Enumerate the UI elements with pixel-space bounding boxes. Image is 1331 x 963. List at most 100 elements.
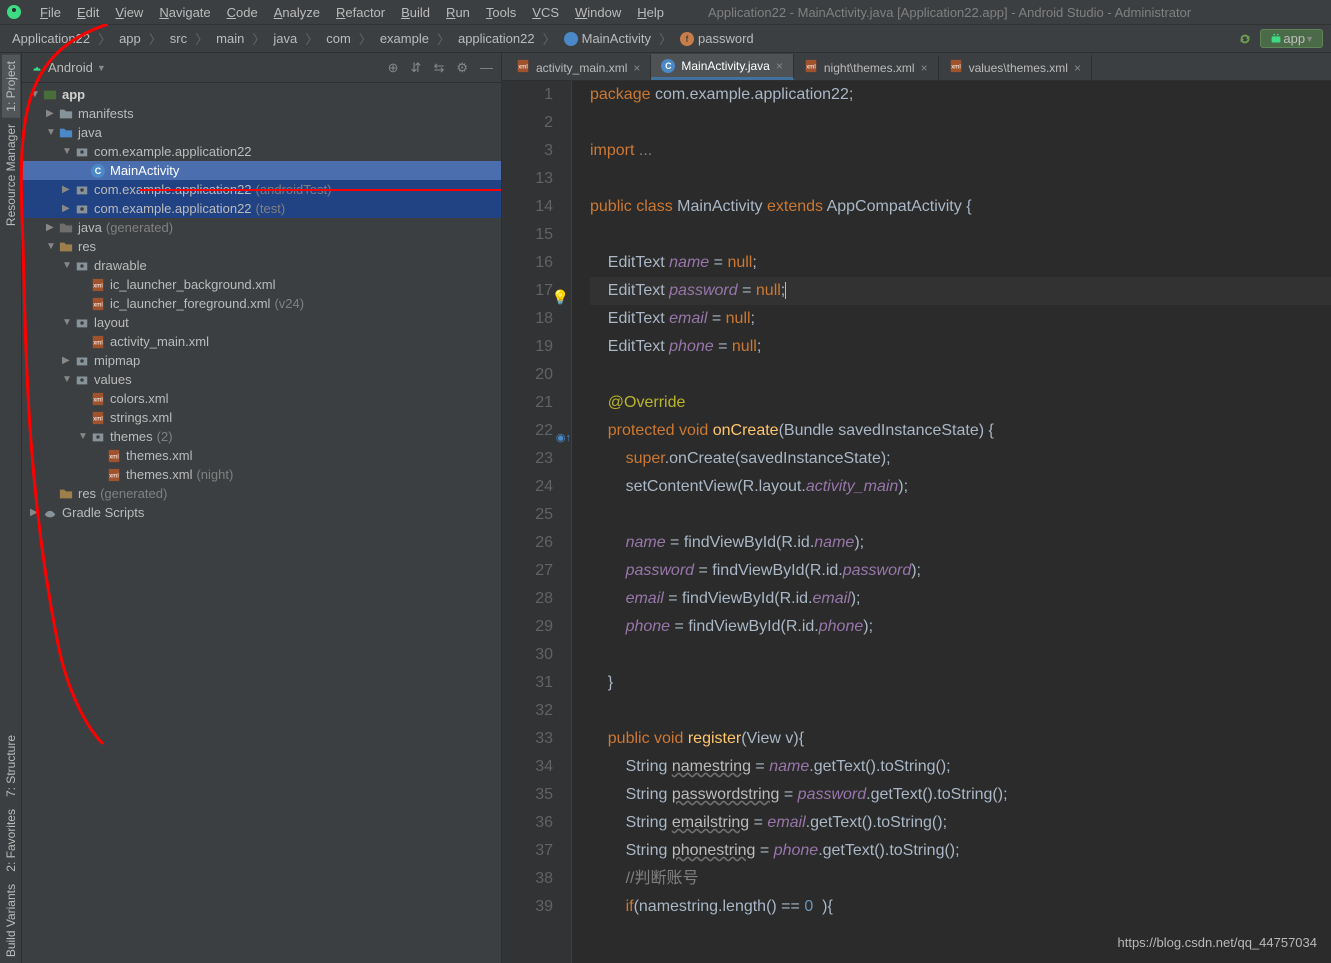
line-number[interactable]: 1 bbox=[502, 81, 553, 109]
code-line[interactable]: } bbox=[590, 669, 1331, 697]
code-line[interactable]: protected void onCreate(Bundle savedInst… bbox=[590, 417, 1331, 445]
project-tree[interactable]: ▼app▶manifests▼java▼com.example.applicat… bbox=[22, 83, 501, 963]
collapse-all-icon[interactable]: ⇵ bbox=[411, 60, 422, 76]
tree-item[interactable]: res(generated) bbox=[22, 484, 501, 503]
code-line[interactable]: import ... bbox=[590, 137, 1331, 165]
code-line[interactable]: super.onCreate(savedInstanceState); bbox=[590, 445, 1331, 473]
tree-arrow-icon[interactable]: ▼ bbox=[62, 146, 74, 157]
tool-tab-build-variants[interactable]: Build Variants bbox=[2, 878, 20, 963]
tree-item[interactable]: ▶manifests bbox=[22, 104, 501, 123]
line-number[interactable]: 24 bbox=[502, 473, 553, 501]
tool-tab-1-project[interactable]: 1: Project bbox=[2, 55, 20, 118]
breadcrumb[interactable]: application22 bbox=[454, 31, 539, 46]
line-number[interactable]: 14 bbox=[502, 193, 553, 221]
code-line[interactable]: String passwordstring = password.getText… bbox=[590, 781, 1331, 809]
tree-arrow-icon[interactable]: ▶ bbox=[62, 355, 74, 366]
code-line[interactable]: EditText name = null; bbox=[590, 249, 1331, 277]
code-line[interactable] bbox=[590, 361, 1331, 389]
tree-item[interactable]: ▶com.example.application22(test) bbox=[22, 199, 501, 218]
breadcrumb[interactable]: example bbox=[376, 31, 433, 46]
override-gutter-icon[interactable]: ◉↑ bbox=[556, 424, 571, 452]
tree-item[interactable]: xmlic_launcher_foreground.xml(v24) bbox=[22, 294, 501, 313]
line-number[interactable]: 16 bbox=[502, 249, 553, 277]
close-icon[interactable]: × bbox=[921, 61, 928, 75]
breadcrumb[interactable]: fpassword bbox=[676, 31, 758, 46]
line-number[interactable]: 22 bbox=[502, 417, 553, 445]
tree-item[interactable]: ▶java(generated) bbox=[22, 218, 501, 237]
menu-code[interactable]: Code bbox=[219, 5, 266, 20]
breadcrumb[interactable]: java bbox=[269, 31, 301, 46]
line-number[interactable]: 25 bbox=[502, 501, 553, 529]
code-line[interactable]: EditText password = null; bbox=[590, 277, 1331, 305]
hide-icon[interactable]: — bbox=[480, 60, 493, 76]
tool-tab-7-structure[interactable]: 7: Structure bbox=[2, 729, 20, 803]
run-config-selector[interactable]: app ▼ bbox=[1260, 29, 1323, 48]
line-number[interactable]: 33 bbox=[502, 725, 553, 753]
menu-refactor[interactable]: Refactor bbox=[328, 5, 393, 20]
menu-run[interactable]: Run bbox=[438, 5, 478, 20]
tree-arrow-icon[interactable]: ▶ bbox=[46, 222, 58, 233]
line-number[interactable]: 36 bbox=[502, 809, 553, 837]
breadcrumb[interactable]: MainActivity bbox=[560, 31, 655, 46]
code-line[interactable] bbox=[590, 501, 1331, 529]
code-editor[interactable]: 12313141516💡1718192021◉↑2223242526272829… bbox=[502, 81, 1331, 963]
tree-item[interactable]: ▼app bbox=[22, 85, 501, 104]
code-line[interactable]: //判断账号 bbox=[590, 865, 1331, 893]
line-number[interactable]: 37 bbox=[502, 837, 553, 865]
menu-view[interactable]: View bbox=[107, 5, 151, 20]
line-number[interactable]: 13 bbox=[502, 165, 553, 193]
tree-item[interactable]: xmlcolors.xml bbox=[22, 389, 501, 408]
tree-arrow-icon[interactable]: ▼ bbox=[62, 260, 74, 271]
breadcrumb[interactable]: com bbox=[322, 31, 355, 46]
code-line[interactable]: email = findViewById(R.id.email); bbox=[590, 585, 1331, 613]
code-line[interactable] bbox=[590, 109, 1331, 137]
line-number[interactable]: 21 bbox=[502, 389, 553, 417]
tree-arrow-icon[interactable]: ▶ bbox=[62, 184, 74, 195]
line-number[interactable]: 29 bbox=[502, 613, 553, 641]
editor-tab[interactable]: CMainActivity.java× bbox=[651, 54, 794, 80]
intention-bulb-icon[interactable]: 💡 bbox=[552, 283, 569, 311]
tree-item[interactable]: ▼drawable bbox=[22, 256, 501, 275]
settings-icon[interactable]: ⚙ bbox=[456, 60, 468, 76]
code-line[interactable]: phone = findViewById(R.id.phone); bbox=[590, 613, 1331, 641]
code-line[interactable]: name = findViewById(R.id.name); bbox=[590, 529, 1331, 557]
tree-arrow-icon[interactable]: ▼ bbox=[30, 89, 42, 100]
tree-item[interactable]: ▼values bbox=[22, 370, 501, 389]
tree-arrow-icon[interactable]: ▼ bbox=[62, 374, 74, 385]
tree-item[interactable]: ▼com.example.application22 bbox=[22, 142, 501, 161]
line-number[interactable]: 26 bbox=[502, 529, 553, 557]
tree-arrow-icon[interactable]: ▶ bbox=[46, 108, 58, 119]
line-number[interactable]: 19 bbox=[502, 333, 553, 361]
code-line[interactable]: public void register(View v){ bbox=[590, 725, 1331, 753]
tree-item[interactable]: xmlactivity_main.xml bbox=[22, 332, 501, 351]
menu-file[interactable]: File bbox=[32, 5, 69, 20]
code-line[interactable]: String namestring = name.getText().toStr… bbox=[590, 753, 1331, 781]
menu-window[interactable]: Window bbox=[567, 5, 629, 20]
line-number[interactable]: 34 bbox=[502, 753, 553, 781]
menu-edit[interactable]: Edit bbox=[69, 5, 107, 20]
code-line[interactable]: public class MainActivity extends AppCom… bbox=[590, 193, 1331, 221]
editor-tab[interactable]: xmlactivity_main.xml× bbox=[506, 55, 651, 80]
line-number[interactable]: 28 bbox=[502, 585, 553, 613]
tree-item[interactable]: ▼layout bbox=[22, 313, 501, 332]
code-line[interactable] bbox=[590, 641, 1331, 669]
code-line[interactable]: package com.example.application22; bbox=[590, 81, 1331, 109]
code-line[interactable] bbox=[590, 165, 1331, 193]
code-line[interactable]: setContentView(R.layout.activity_main); bbox=[590, 473, 1331, 501]
editor-tab[interactable]: xmlnight\themes.xml× bbox=[794, 55, 939, 80]
tree-item[interactable]: xmlthemes.xml bbox=[22, 446, 501, 465]
tree-arrow-icon[interactable]: ▼ bbox=[46, 241, 58, 252]
menu-analyze[interactable]: Analyze bbox=[266, 5, 328, 20]
tree-arrow-icon[interactable]: ▼ bbox=[46, 127, 58, 138]
menu-help[interactable]: Help bbox=[629, 5, 672, 20]
breadcrumb[interactable]: app bbox=[115, 31, 145, 46]
tree-item[interactable]: xmlstrings.xml bbox=[22, 408, 501, 427]
tool-tab-resource-manager[interactable]: Resource Manager bbox=[2, 118, 20, 232]
project-view-selector[interactable]: Android ▼ bbox=[30, 60, 106, 75]
editor-tab[interactable]: xmlvalues\themes.xml× bbox=[939, 55, 1092, 80]
tree-item[interactable]: ▶Gradle Scripts bbox=[22, 503, 501, 522]
code-line[interactable] bbox=[590, 697, 1331, 725]
close-icon[interactable]: × bbox=[776, 59, 783, 73]
menu-vcs[interactable]: VCS bbox=[524, 5, 567, 20]
code-line[interactable]: String emailstring = email.getText().toS… bbox=[590, 809, 1331, 837]
